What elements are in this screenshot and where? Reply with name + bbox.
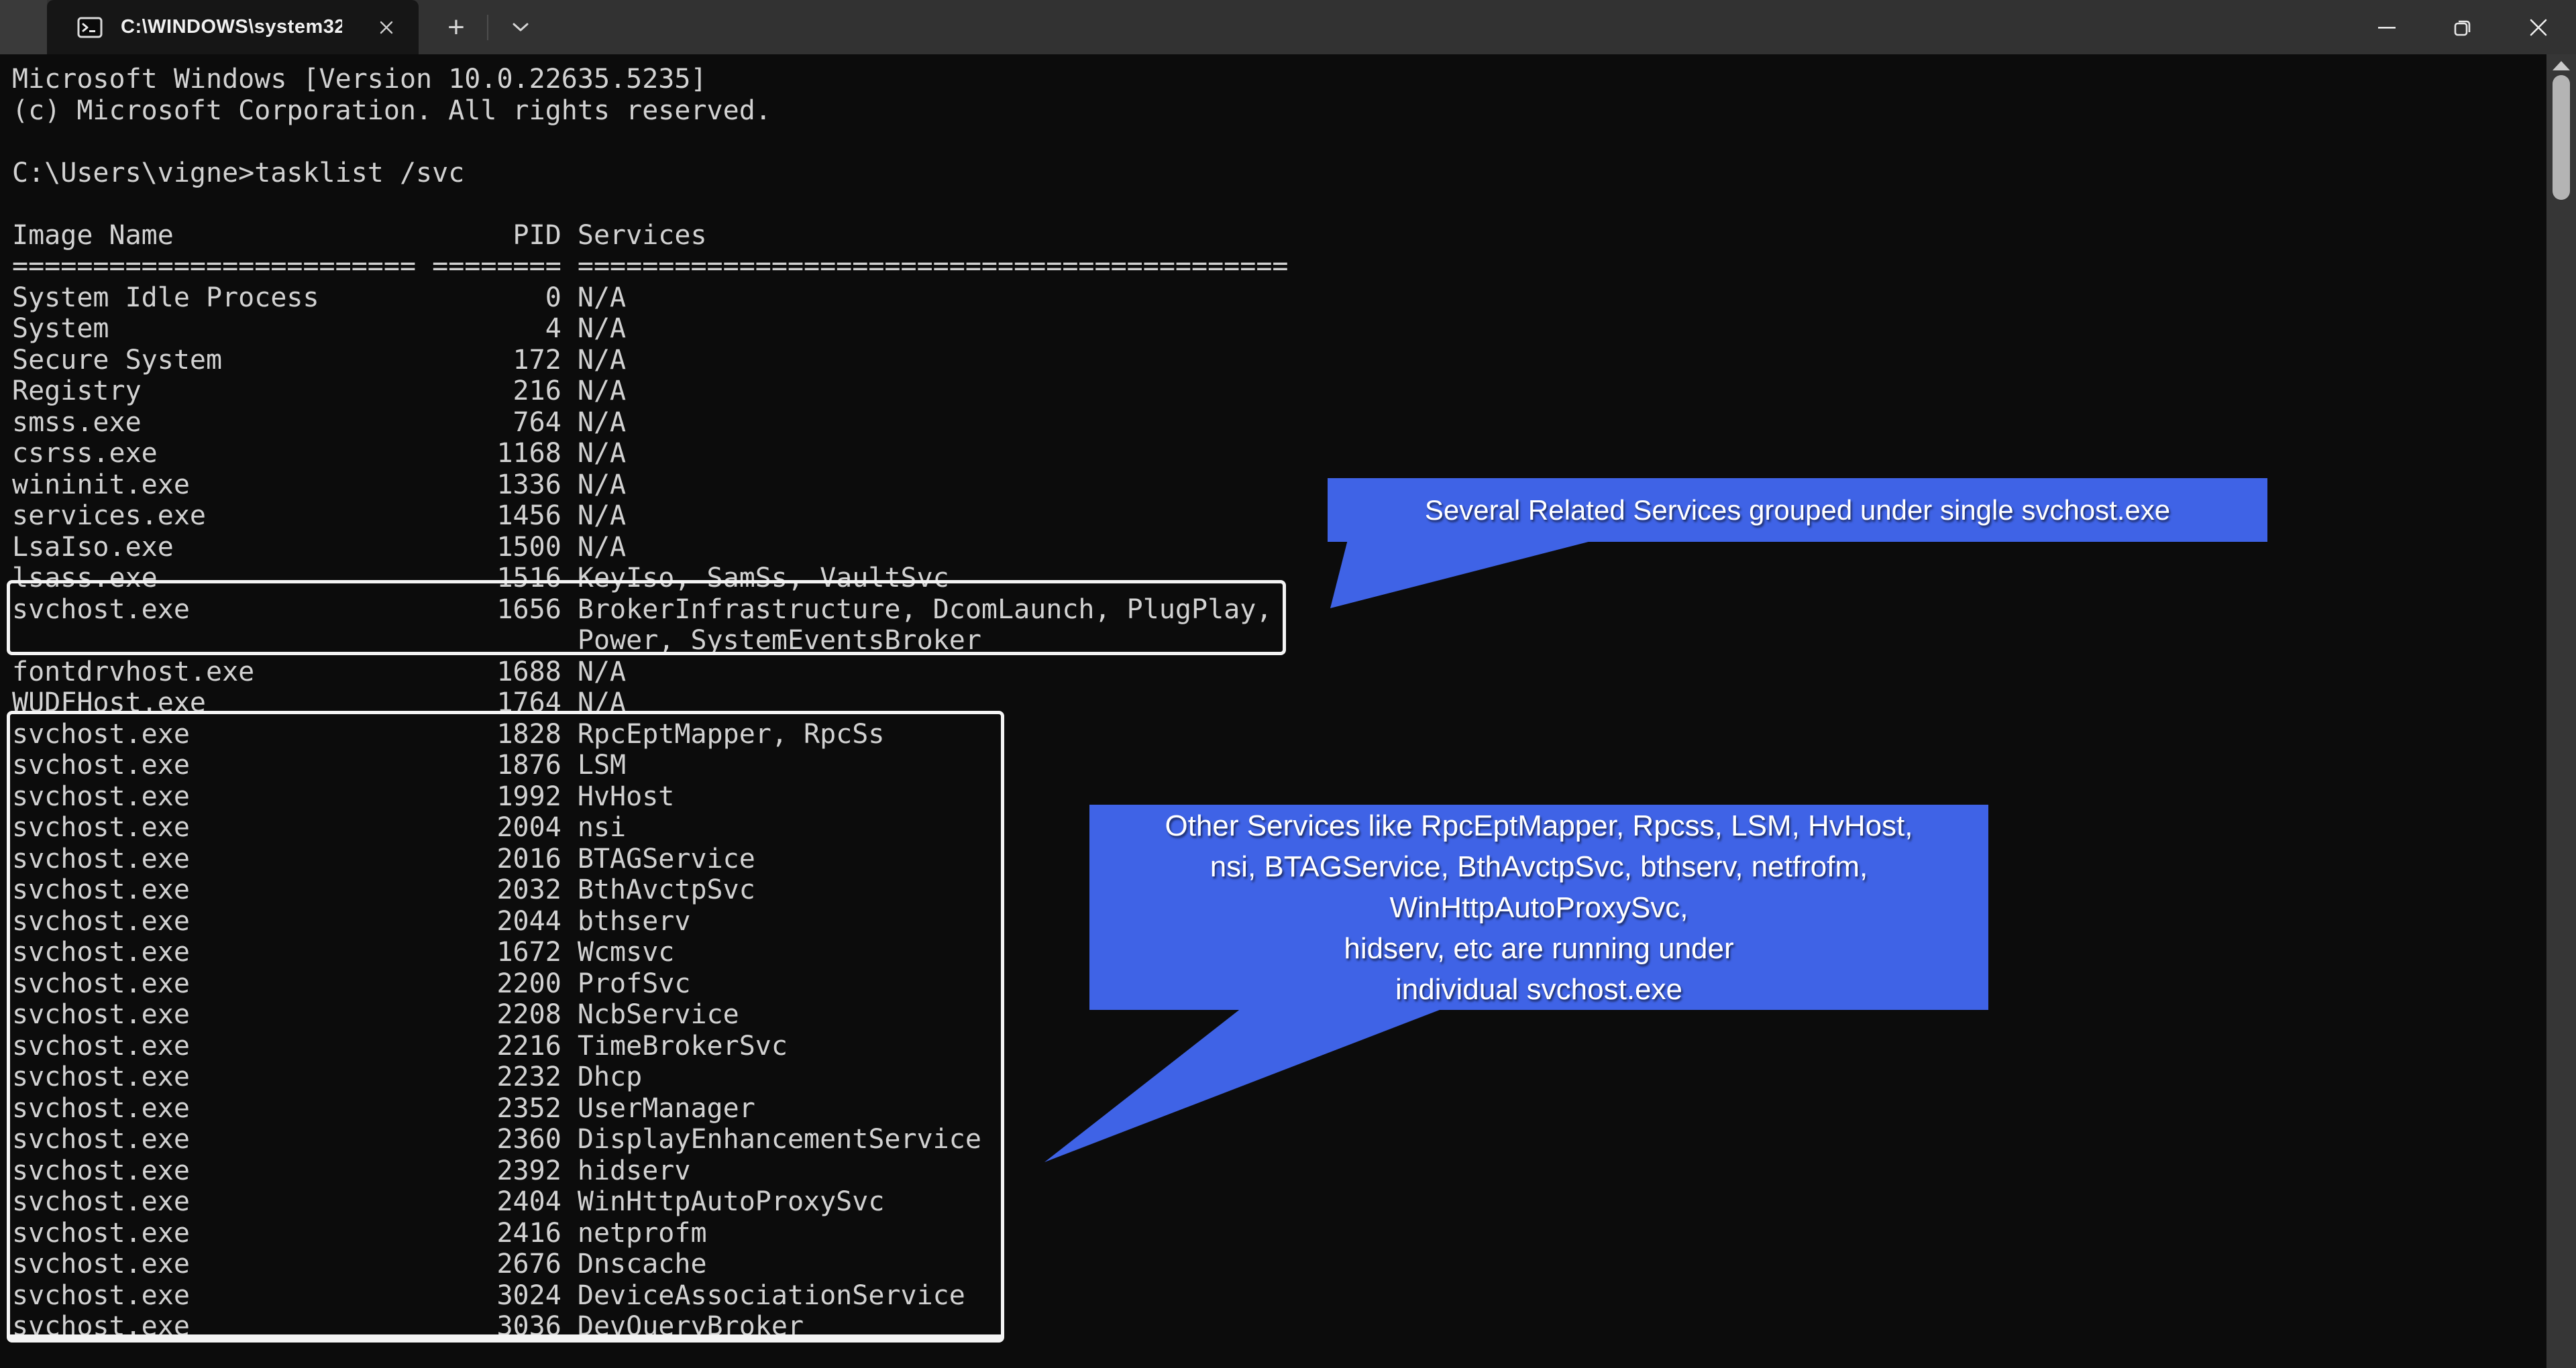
window-controls bbox=[2349, 0, 2576, 54]
tab-close-icon[interactable] bbox=[373, 14, 400, 41]
highlight-box-svchost-1656 bbox=[7, 580, 1286, 655]
close-icon bbox=[2528, 17, 2548, 38]
minimize-button[interactable] bbox=[2349, 0, 2424, 54]
tab-title: C:\WINDOWS\system32\cmd. bbox=[121, 16, 342, 38]
callout2-line: hidserv, etc are running under bbox=[1344, 928, 1733, 969]
scroll-up-icon[interactable] bbox=[2553, 61, 2570, 70]
terminal-window: C:\WINDOWS\system32\cmd. + bbox=[0, 0, 2576, 1368]
callout2-line: Other Services like RpcEptMapper, Rpcss,… bbox=[1165, 805, 1913, 846]
chevron-down-icon bbox=[509, 21, 532, 34]
tab-cmd[interactable]: C:\WINDOWS\system32\cmd. bbox=[47, 0, 419, 54]
callout1-text: Several Related Services grouped under s… bbox=[1425, 494, 2170, 526]
restore-icon bbox=[2452, 17, 2473, 38]
callout-grouped-services: Several Related Services grouped under s… bbox=[1328, 478, 2267, 542]
scrollbar-thumb[interactable] bbox=[2553, 75, 2570, 200]
cmd-icon bbox=[76, 14, 103, 41]
titlebar: C:\WINDOWS\system32\cmd. + bbox=[0, 0, 2576, 54]
tab-strip-divider bbox=[487, 15, 488, 40]
tab-dropdown-button[interactable] bbox=[494, 0, 547, 54]
highlight-box-svchost-group bbox=[7, 711, 1004, 1343]
titlebar-corner bbox=[0, 0, 47, 54]
callout1-tail bbox=[1330, 537, 1607, 608]
callout-individual-services: Other Services like RpcEptMapper, Rpcss,… bbox=[1089, 805, 1988, 1010]
minimize-icon bbox=[2377, 17, 2397, 38]
terminal-scrollbar[interactable] bbox=[2546, 54, 2576, 1368]
callout2-line: WinHttpAutoProxySvc, bbox=[1389, 887, 1688, 928]
restore-button[interactable] bbox=[2424, 0, 2500, 54]
terminal-screen[interactable]: Microsoft Windows [Version 10.0.22635.52… bbox=[0, 54, 2576, 1368]
callout2-line: individual svchost.exe bbox=[1395, 969, 1682, 1010]
callout2-line: nsi, BTAGService, BthAvctpSvc, bthserv, … bbox=[1210, 846, 1868, 887]
new-tab-button[interactable]: + bbox=[429, 0, 483, 54]
close-button[interactable] bbox=[2500, 0, 2576, 54]
